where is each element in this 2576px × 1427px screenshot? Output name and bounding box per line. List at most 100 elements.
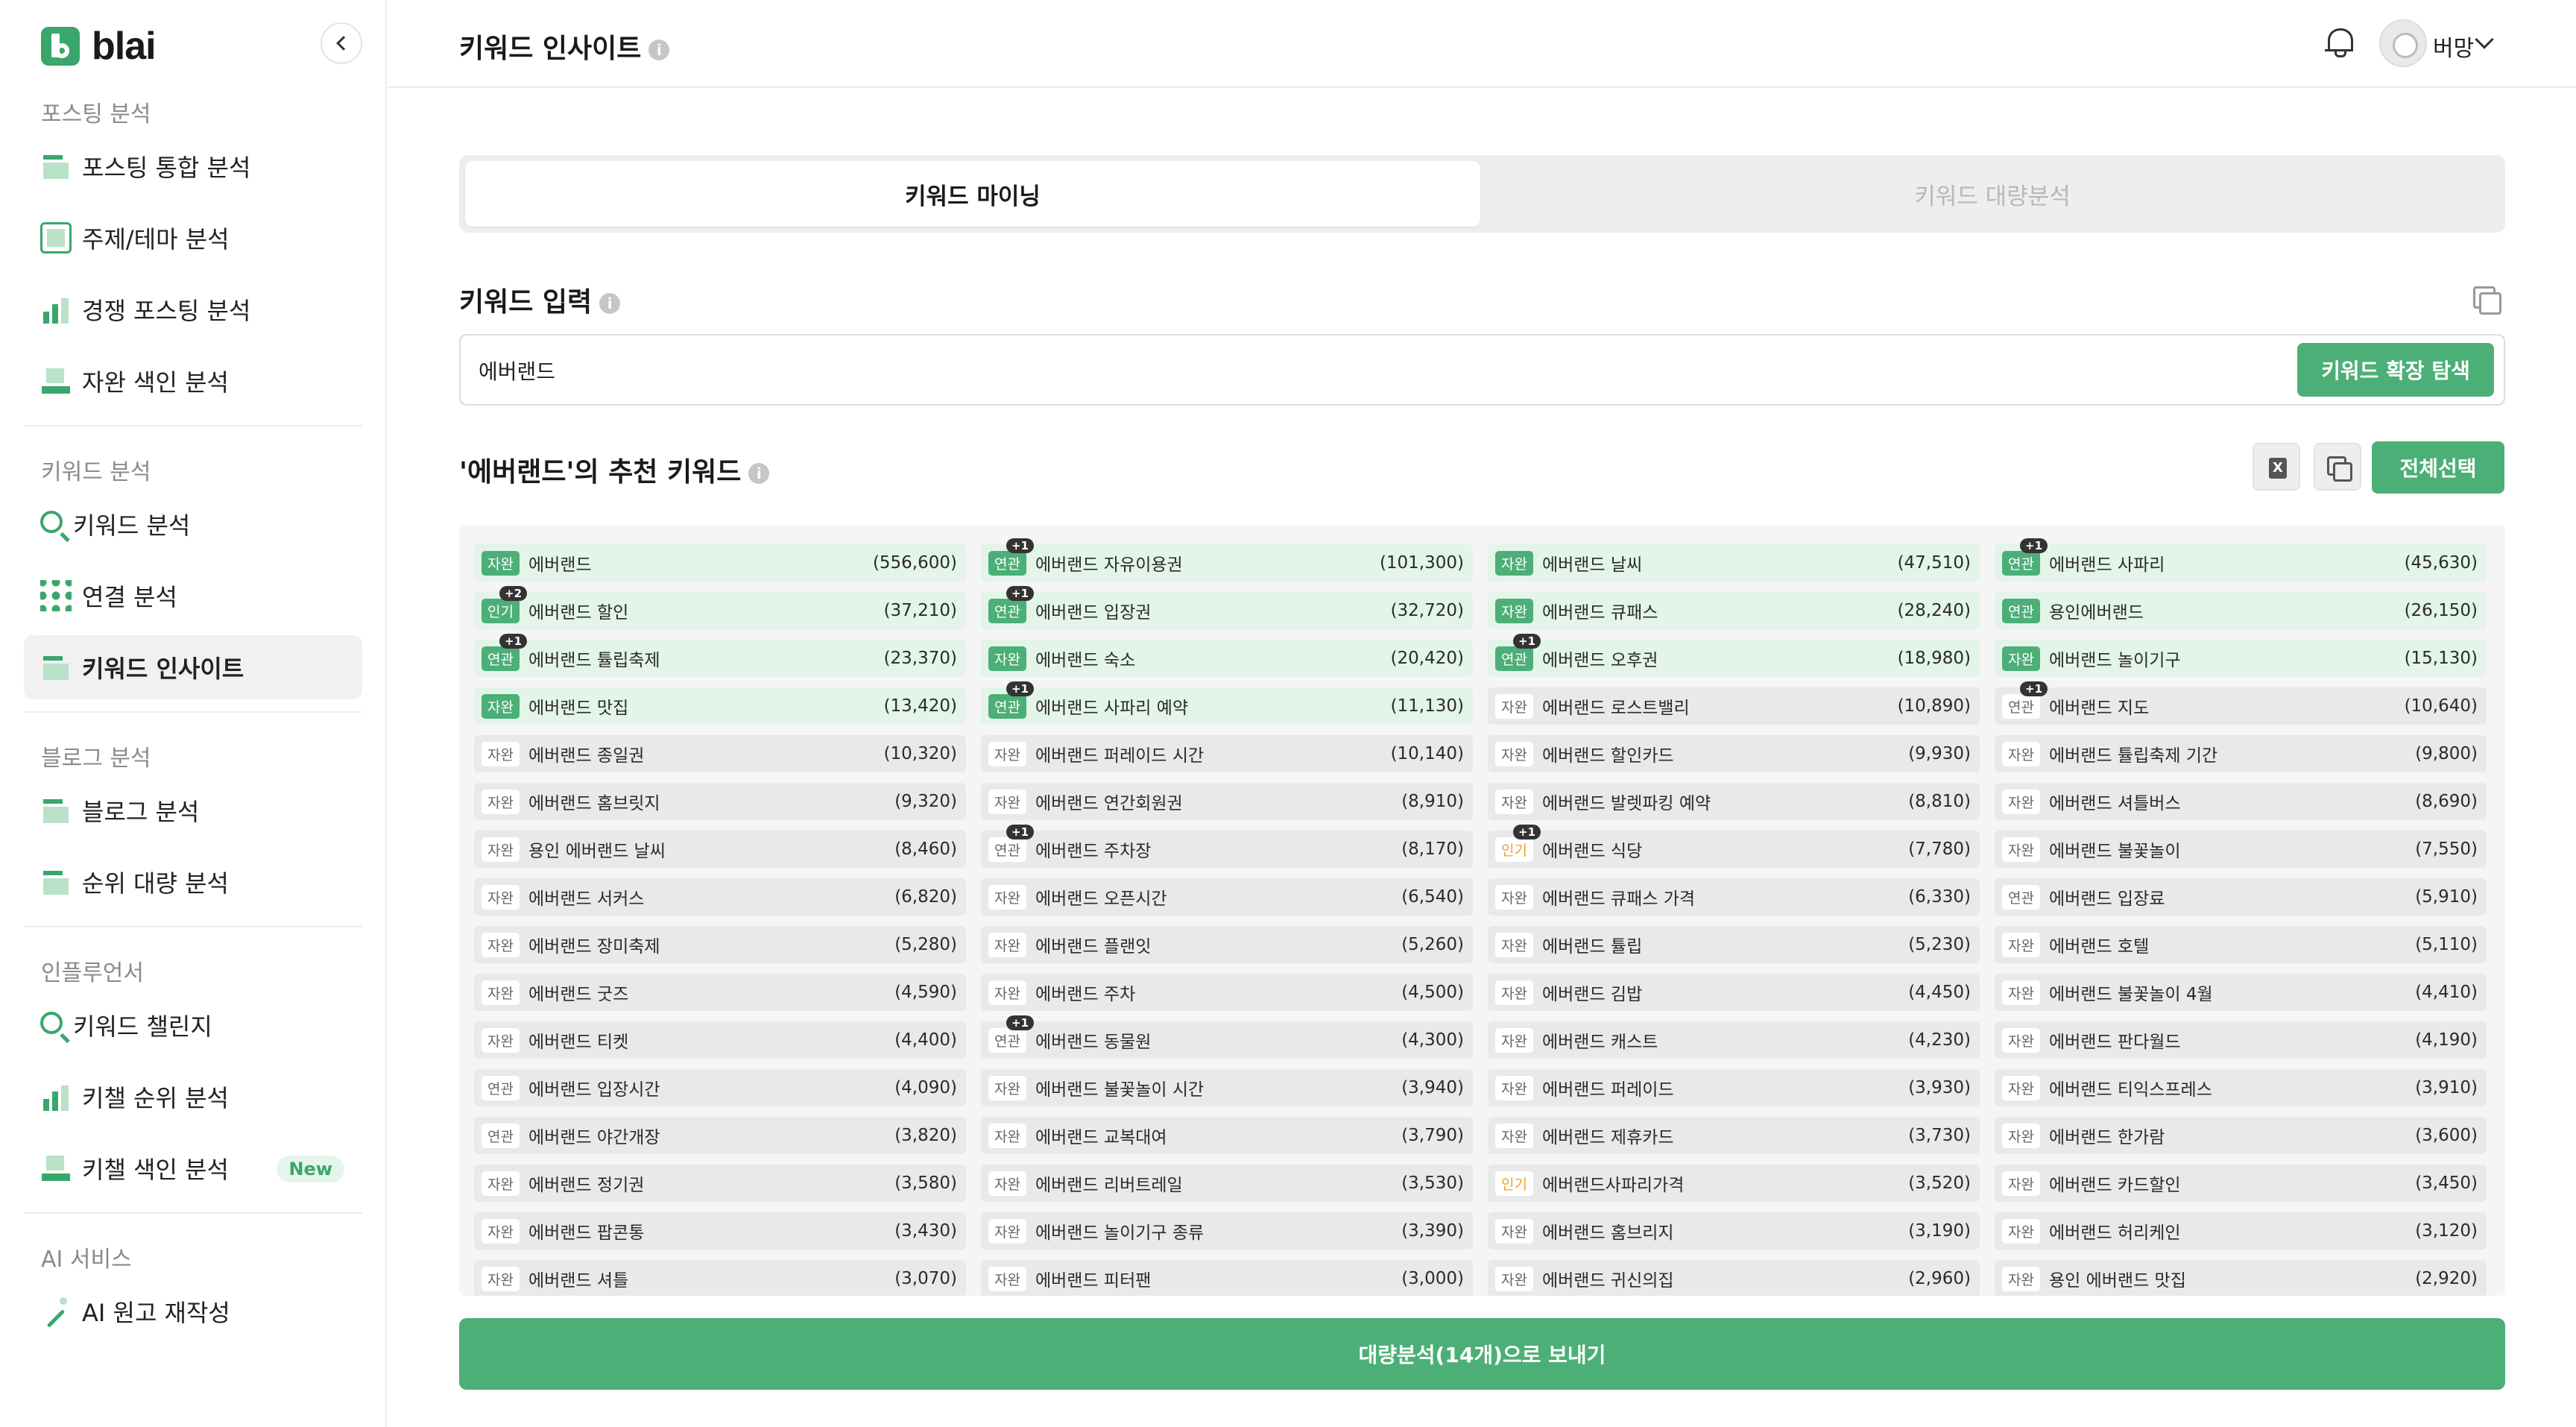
keyword-chip[interactable]: 자완 에버랜드 날씨 (47,510) <box>1488 544 1980 582</box>
keyword-chip[interactable]: 자완 에버랜드 퍼레이드 (3,930) <box>1488 1069 1980 1106</box>
keyword-chip[interactable]: 자완 에버랜드 제휴카드 (3,730) <box>1488 1117 1980 1154</box>
keyword-search-volume: (3,190) <box>1908 1221 1971 1241</box>
excel-export-button[interactable]: X <box>2253 443 2300 491</box>
keyword-chip[interactable]: 자완 에버랜드 오픈시간 (6,540) <box>981 878 1473 916</box>
keyword-chip[interactable]: 연관 +1 에버랜드 튤립축제 (23,370) <box>474 634 966 677</box>
keyword-chip[interactable]: 자완 에버랜드 팝콘통 (3,430) <box>474 1212 966 1250</box>
keyword-chip[interactable]: 연관 +1 에버랜드 자유이용권 (101,300) <box>981 538 1473 582</box>
sidebar-item-posting-integrated[interactable]: 포스팅 통합 분석 <box>24 134 362 198</box>
keyword-chip[interactable]: 자완 에버랜드 서커스 (6,820) <box>474 878 966 916</box>
sidebar-item-challenge-rank[interactable]: 키챌 순위 분석 <box>24 1065 362 1129</box>
keyword-chip[interactable]: 자완 용인 에버랜드 날씨 (8,460) <box>474 831 966 868</box>
keyword-chip[interactable]: 연관 +1 에버랜드 입장권 (32,720) <box>981 586 1473 629</box>
sidebar-item-insight[interactable]: 키워드 인사이트 <box>24 635 362 699</box>
keyword-chip[interactable]: 자완 에버랜드 피터팬 (3,000) <box>981 1260 1473 1296</box>
sidebar-item-rank-bulk[interactable]: 순위 대량 분석 <box>24 850 362 914</box>
keyword-name: 에버랜드 큐패스 <box>1541 603 1658 623</box>
related-count-badge: +1 <box>1006 538 1035 553</box>
sidebar-item-challenge[interactable]: 키워드 챌린지 <box>24 993 362 1057</box>
send-to-bulk-analysis-button[interactable]: 대량분석(14개)으로 보내기 <box>459 1318 2505 1390</box>
keyword-chip[interactable]: 자완 에버랜드 큐패스 (28,240) <box>1488 592 1980 629</box>
keyword-chip[interactable]: 연관 +1 에버랜드 사파리 (45,630) <box>1995 538 2487 582</box>
keyword-chip[interactable]: 연관 +1 에버랜드 사파리 예약 (11,130) <box>981 681 1473 725</box>
sidebar-item-connection[interactable]: 연결 분석 <box>24 564 362 628</box>
keyword-chip[interactable]: 자완 에버랜드 놀이기구 종류 (3,390) <box>981 1212 1473 1250</box>
keyword-chip[interactable]: 자완 에버랜드 교복대여 (3,790) <box>981 1117 1473 1154</box>
keyword-chip[interactable]: 자완 에버랜드 장미축제 (5,280) <box>474 926 966 963</box>
keyword-chip[interactable]: 자완 에버랜드 플랜잇 (5,260) <box>981 926 1473 963</box>
notification-bell-icon[interactable] <box>2326 27 2353 57</box>
chevron-down-icon[interactable] <box>2475 30 2494 49</box>
keyword-chip[interactable]: 자완 에버랜드 한가람 (3,600) <box>1995 1117 2487 1154</box>
sidebar-item-competition-chart[interactable]: 경쟁 포스팅 분석 <box>24 277 362 341</box>
keyword-chip[interactable]: 자완 에버랜드 카드할인 (3,450) <box>1995 1165 2487 1202</box>
sidebar-item-challenge-index[interactable]: 키챌 색인 분석 New <box>24 1136 362 1200</box>
keyword-chip[interactable]: 자완 에버랜드 티익스프레스 (3,910) <box>1995 1069 2487 1106</box>
tab-keyword-mining[interactable]: 키워드 마이닝 <box>465 161 1480 227</box>
copy-icon[interactable] <box>2472 285 2501 315</box>
keyword-chip[interactable]: 자완 에버랜드 허리케인 (3,120) <box>1995 1212 2487 1250</box>
keyword-chip[interactable]: 자완 에버랜드 김밥 (4,450) <box>1488 974 1980 1011</box>
keyword-chip[interactable]: 자완 에버랜드 판다월드 (4,190) <box>1995 1021 2487 1059</box>
keyword-chip[interactable]: 연관 +1 에버랜드 동물원 (4,300) <box>981 1015 1473 1059</box>
copy-keywords-button[interactable] <box>2314 443 2361 491</box>
keyword-chip[interactable]: 자완 에버랜드 맛집 (13,420) <box>474 687 966 725</box>
info-icon[interactable]: i <box>648 40 670 60</box>
keyword-chip[interactable]: 자완 에버랜드 홈브릿지 (9,320) <box>474 783 966 820</box>
sidebar-item-keyword-search[interactable]: 키워드 분석 <box>24 492 362 556</box>
keyword-chip[interactable]: 자완 에버랜드 홈브리지 (3,190) <box>1488 1212 1980 1250</box>
keyword-chip[interactable]: 자완 에버랜드 불꽃놀이 시간 (3,940) <box>981 1069 1473 1106</box>
keyword-chip[interactable]: 자완 에버랜드 퍼레이드 시간 (10,140) <box>981 735 1473 772</box>
keyword-chip[interactable]: 자완 에버랜드 불꽃놀이 4월 (4,410) <box>1995 974 2487 1011</box>
keyword-chip[interactable]: 자완 에버랜드 셔틀버스 (8,690) <box>1995 783 2487 820</box>
keyword-chip[interactable]: 자완 에버랜드 발렛파킹 예약 (8,810) <box>1488 783 1980 820</box>
keyword-chip[interactable]: 자완 에버랜드 (556,600) <box>474 544 966 582</box>
keyword-chip[interactable]: 연관 용인에버랜드 (26,150) <box>1995 592 2487 629</box>
keyword-chip[interactable]: 자완 에버랜드 놀이기구 (15,130) <box>1995 640 2487 677</box>
keyword-chip[interactable]: 자완 에버랜드 호텔 (5,110) <box>1995 926 2487 963</box>
sidebar-item-blog[interactable]: 블로그 분석 <box>24 778 362 842</box>
info-icon[interactable]: i <box>748 463 770 484</box>
keyword-chip[interactable]: 자완 에버랜드 튤립 (5,230) <box>1488 926 1980 963</box>
keyword-chip[interactable]: 자완 에버랜드 로스트밸리 (10,890) <box>1488 687 1980 725</box>
sidebar-item-theme[interactable]: 주제/테마 분석 <box>24 206 362 270</box>
select-all-button[interactable]: 전체선택 <box>2372 441 2504 494</box>
keyword-expand-search-button[interactable]: 키워드 확장 탐색 <box>2297 343 2494 397</box>
tab-keyword-bulk-analysis[interactable]: 키워드 대량분석 <box>1485 161 2500 227</box>
keyword-chip[interactable]: 연관 +1 에버랜드 지도 (10,640) <box>1995 681 2487 725</box>
keyword-chip[interactable]: 자완 에버랜드 숙소 (20,420) <box>981 640 1473 677</box>
keyword-chip[interactable]: 자완 에버랜드 티켓 (4,400) <box>474 1021 966 1059</box>
keyword-chip[interactable]: 자완 에버랜드 불꽃놀이 (7,550) <box>1995 831 2487 868</box>
keyword-chip[interactable]: 자완 에버랜드 귀신의집 (2,960) <box>1488 1260 1980 1296</box>
keyword-chip[interactable]: 자완 에버랜드 굿즈 (4,590) <box>474 974 966 1011</box>
keyword-chip[interactable]: 자완 에버랜드 튤립축제 기간 (9,800) <box>1995 735 2487 772</box>
avatar[interactable] <box>2379 19 2427 67</box>
sidebar-item-ai-rewrite[interactable]: AI 원고 재작성 <box>24 1279 362 1343</box>
keyword-chip[interactable]: 인기 에버랜드사파리가격 (3,520) <box>1488 1165 1980 1202</box>
info-icon[interactable]: i <box>599 293 621 314</box>
keyword-chip[interactable]: 자완 에버랜드 종일권 (10,320) <box>474 735 966 772</box>
keyword-chip[interactable]: 자완 에버랜드 연간회원권 (8,910) <box>981 783 1473 820</box>
keyword-chip[interactable]: 자완 에버랜드 캐스트 (4,230) <box>1488 1021 1980 1059</box>
keyword-chip[interactable]: 인기 +2 에버랜드 할인 (37,210) <box>474 586 966 629</box>
keyword-chip[interactable]: 자완 용인 에버랜드 맛집 (2,920) <box>1995 1260 2487 1296</box>
keyword-chip[interactable]: 자완 에버랜드 큐패스 가격 (6,330) <box>1488 878 1980 916</box>
keyword-name: 에버랜드 티켓 <box>528 1033 629 1052</box>
collapse-sidebar-button[interactable] <box>321 22 362 64</box>
keyword-chip[interactable]: 자완 에버랜드 주차 (4,500) <box>981 974 1473 1011</box>
keyword-chip[interactable]: 연관 에버랜드 입장료 (5,910) <box>1995 878 2487 916</box>
keyword-chip[interactable]: 인기 +1 에버랜드 식당 (7,780) <box>1488 825 1980 868</box>
keyword-chip[interactable]: 연관 +1 에버랜드 오후권 (18,980) <box>1488 634 1980 677</box>
keyword-chip[interactable]: 연관 에버랜드 입장시간 (4,090) <box>474 1069 966 1106</box>
username[interactable]: 버망 <box>2433 30 2474 63</box>
sidebar-item-index[interactable]: 자완 색인 분석 <box>24 349 362 413</box>
brand-logo[interactable]: blai <box>41 24 157 69</box>
keyword-chip[interactable]: 자완 에버랜드 셔틀 (3,070) <box>474 1260 966 1296</box>
keyword-chip[interactable]: 연관 +1 에버랜드 주차장 (8,170) <box>981 825 1473 868</box>
keyword-chip[interactable]: 자완 에버랜드 정기권 (3,580) <box>474 1165 966 1202</box>
keyword-chip[interactable]: 자완 에버랜드 리버트레일 (3,530) <box>981 1165 1473 1202</box>
keyword-input[interactable] <box>479 352 1969 389</box>
sidebar-item-label: AI 원고 재작성 <box>82 1299 230 1327</box>
keyword-chip[interactable]: 자완 에버랜드 할인카드 (9,930) <box>1488 735 1980 772</box>
keyword-chip[interactable]: 연관 에버랜드 야간개장 (3,820) <box>474 1117 966 1154</box>
